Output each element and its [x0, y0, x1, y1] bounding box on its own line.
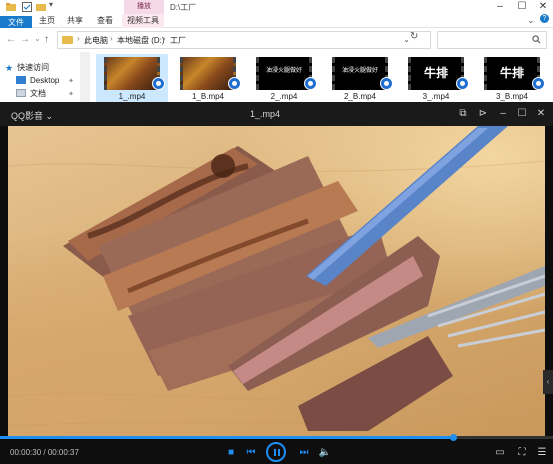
file-item[interactable]: 1_.mp4: [96, 54, 168, 102]
address-bar[interactable]: › 此电脑 › 本地磁盘 (D:) › 工厂 ⌄: [57, 31, 431, 49]
recent-locations-icon[interactable]: ⌄: [34, 34, 41, 43]
file-item[interactable]: 牛排 3_.mp4: [400, 54, 472, 102]
stop-icon[interactable]: ■: [224, 447, 238, 459]
document-icon: [16, 89, 26, 97]
steak-video-frame: [8, 126, 545, 431]
file-name: 3_B.mp4: [495, 92, 529, 101]
help-icon[interactable]: ?: [540, 14, 549, 23]
minimize-icon[interactable]: –: [490, 0, 510, 14]
thumbnail-caption: 牛排: [423, 66, 448, 80]
file-name: 1_.mp4: [118, 92, 146, 101]
previous-icon[interactable]: ⏮: [244, 447, 258, 459]
maximize-icon[interactable]: ☐: [515, 107, 529, 121]
breadcrumb-folder[interactable]: 工厂: [170, 35, 186, 46]
ribbon-tabs: 文件 主页 共享 查看 视频工具 ⌄ ?: [0, 14, 553, 64]
close-icon[interactable]: ✕: [534, 107, 548, 121]
side-panel-toggle[interactable]: ‹: [543, 370, 553, 394]
playing-file-name: 1_.mp4: [250, 109, 281, 119]
file-item[interactable]: 油浸火腿做好 2_B.mp4: [324, 54, 396, 102]
nav-item-label: Desktop: [30, 76, 60, 85]
refresh-icon[interactable]: ↻: [410, 31, 418, 42]
time-display: 00:00:30 / 00:00:37: [10, 448, 79, 457]
fullscreen-icon[interactable]: ⛶: [515, 447, 529, 459]
close-icon[interactable]: ✕: [533, 0, 553, 14]
file-name: 2_.mp4: [270, 92, 298, 101]
qq-player-icon: [456, 77, 469, 90]
up-icon[interactable]: ↑: [44, 34, 49, 45]
player-controls: 00:00:30 / 00:00:37 ■ ⏮ ⏭ 🔈 ▭ ⛶ ☰: [0, 434, 553, 464]
address-row: ← → ⌄ ↑ › 此电脑 › 本地磁盘 (D:) › 工厂 ⌄ ↻: [0, 28, 553, 52]
next-icon[interactable]: ⏭: [297, 447, 311, 459]
player-brand: QQ影音: [11, 111, 44, 121]
file-name: 1_B.mp4: [191, 92, 225, 101]
explorer-titlebar: ▾ 播放 D:\工厂 – ☐ ✕: [0, 0, 553, 14]
seek-bar[interactable]: [0, 434, 553, 441]
navigation-pane: ★ 快速访问 Desktop ✦ 文档 ✦: [0, 52, 90, 102]
star-icon: ★: [5, 63, 14, 73]
file-item[interactable]: 1_B.mp4: [172, 54, 244, 102]
tab-home[interactable]: 主页: [34, 14, 60, 28]
video-player-window: QQ影音 ⌄ 1_.mp4 ⧉ ⊳ – ☐ ✕ ‹ 00:00:30 / 00:…: [0, 102, 553, 464]
expand-ribbon-icon[interactable]: ⌄: [527, 15, 535, 26]
playlist-icon[interactable]: ☰: [535, 447, 549, 459]
qq-player-icon: [152, 77, 165, 90]
current-time: 00:00:30: [10, 448, 42, 457]
chevron-down-icon: ⌄: [45, 111, 54, 121]
customize-quick-access-icon[interactable]: ▾: [49, 0, 59, 10]
breadcrumb-this-pc[interactable]: 此电脑: [84, 35, 108, 46]
qq-player-icon: [380, 77, 393, 90]
file-list: 1_.mp4 1_B.mp4 油浸火腿做好 2_.mp4 油浸火腿做好 2_B.…: [90, 52, 553, 102]
breadcrumb-separator-icon[interactable]: ›: [163, 34, 166, 43]
search-icon: [532, 35, 541, 44]
breadcrumb-separator-icon[interactable]: ›: [110, 34, 113, 43]
back-icon[interactable]: ←: [6, 34, 16, 45]
player-titlebar: QQ影音 ⌄ 1_.mp4 ⧉ ⊳ – ☐ ✕: [0, 102, 553, 126]
thumbnail-caption: 油浸火腿做好: [265, 68, 302, 74]
file-item[interactable]: 油浸火腿做好 2_.mp4: [248, 54, 320, 102]
desktop-icon: [16, 76, 26, 84]
video-frame[interactable]: [8, 126, 545, 436]
pause-button[interactable]: [266, 442, 286, 462]
thumbnail-caption: 牛排: [499, 66, 524, 80]
seek-handle[interactable]: [450, 434, 458, 441]
nav-pane-scrollbar[interactable]: [80, 52, 90, 102]
volume-icon[interactable]: 🔈: [318, 447, 332, 459]
search-input[interactable]: [437, 31, 547, 49]
check-icon[interactable]: [22, 2, 32, 12]
file-name: 2_B.mp4: [343, 92, 377, 101]
nav-documents[interactable]: 文档: [16, 88, 46, 100]
minimize-icon[interactable]: –: [496, 107, 510, 121]
forward-icon[interactable]: →: [20, 34, 30, 45]
pin-icon[interactable]: ✦: [68, 90, 74, 98]
qq-player-icon: [228, 77, 241, 90]
screen-icon[interactable]: ▭: [493, 447, 507, 459]
screenshot-icon[interactable]: ⧉: [456, 107, 470, 121]
nav-desktop[interactable]: Desktop: [16, 75, 59, 87]
thumbnail-caption: 油浸火腿做好: [341, 68, 378, 74]
qq-player-icon: [304, 77, 317, 90]
context-tab-header: 播放: [124, 0, 164, 14]
window-title: D:\工厂: [170, 3, 197, 12]
tab-share[interactable]: 共享: [62, 14, 88, 28]
pin-icon[interactable]: ✦: [68, 77, 74, 85]
breadcrumb-drive-d[interactable]: 本地磁盘 (D:): [117, 35, 165, 46]
folder-icon: [6, 3, 16, 11]
breadcrumb-separator-icon[interactable]: ›: [77, 34, 80, 43]
qq-player-icon: [532, 77, 545, 90]
file-item[interactable]: 牛排 3_B.mp4: [476, 54, 548, 102]
address-dropdown-icon[interactable]: ⌄: [403, 35, 410, 44]
seek-bar-fill: [0, 436, 454, 439]
tab-view[interactable]: 查看: [92, 14, 118, 28]
nav-item-label: 快速访问: [17, 63, 50, 72]
nav-item-label: 文档: [30, 89, 46, 98]
tab-video-tools[interactable]: 视频工具: [122, 14, 164, 28]
new-folder-icon[interactable]: [36, 2, 46, 12]
maximize-icon[interactable]: ☐: [512, 0, 532, 14]
nav-quick-access[interactable]: ★ 快速访问: [5, 62, 49, 74]
pin-on-top-icon[interactable]: ⊳: [476, 107, 490, 121]
folder-icon: [62, 36, 73, 44]
file-name: 3_.mp4: [422, 92, 450, 101]
player-menu-button[interactable]: QQ影音 ⌄: [11, 109, 53, 122]
total-time: 00:00:37: [47, 448, 79, 457]
